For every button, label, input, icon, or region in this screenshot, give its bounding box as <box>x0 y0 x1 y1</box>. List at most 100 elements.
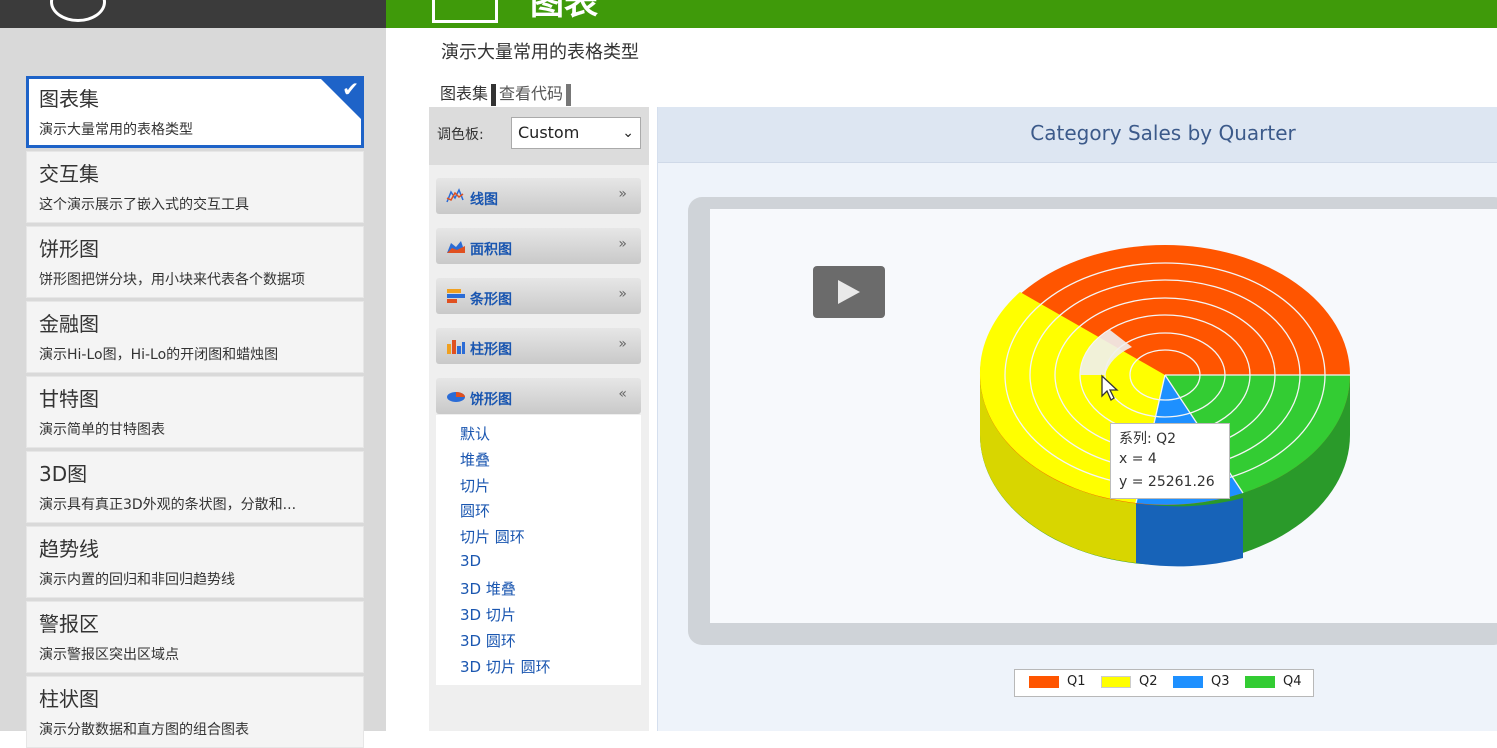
back-icon[interactable] <box>50 0 106 22</box>
accordion-label: 面积图 <box>470 242 512 258</box>
pie-subtype-3d[interactable]: 3D <box>460 552 481 570</box>
pie-chart[interactable] <box>960 230 1360 570</box>
sidebar-item-title: 交互集 <box>39 162 99 186</box>
legend-label: Q2 <box>1139 674 1158 689</box>
accordion-column[interactable]: 柱形图 » <box>436 328 641 364</box>
legend-item-q1: Q1 <box>1029 674 1086 692</box>
pie-subtype-3d-sliced[interactable]: 3D 切片 <box>460 604 516 625</box>
sidebar-item-gantt[interactable]: 甘特图 演示简单的甘特图表 <box>26 376 364 448</box>
legend-swatch <box>1101 675 1131 688</box>
tab-view-code[interactable]: 查看代码 <box>497 84 565 103</box>
sidebar-item-financial[interactable]: 金融图 演示Hi-Lo图，Hi-Lo的开闭图和蜡烛图 <box>26 301 364 373</box>
palette-selected-value: Custom <box>518 123 580 142</box>
tab-gallery[interactable]: 图表集 <box>438 84 490 103</box>
line-chart-icon <box>446 188 464 203</box>
chevron-double-down-icon: » <box>618 286 627 302</box>
pie-subtype-stacked[interactable]: 堆叠 <box>460 449 490 470</box>
chart-title-bar: Category Sales by Quarter <box>658 107 1497 163</box>
sidebar-item-desc: 演示内置的回归和非回归趋势线 <box>39 572 235 588</box>
tab-separator <box>566 83 572 106</box>
sidebar-item-trendline[interactable]: 趋势线 演示内置的回归和非回归趋势线 <box>26 526 364 598</box>
accordion-label: 饼形图 <box>470 392 512 408</box>
pie-side-q3 <box>1136 498 1243 567</box>
tooltip-series: 系列: Q2 <box>1119 431 1177 447</box>
chevron-double-down-icon: » <box>618 186 627 202</box>
column-chart-icon <box>447 340 465 354</box>
accordion-label: 柱形图 <box>470 342 512 358</box>
sidebar-item-desc: 饼形图把饼分块，用小块来代表各个数据项 <box>39 272 305 288</box>
sidebar-item-desc: 演示具有真正3D外观的条状图，分散和... <box>39 497 297 513</box>
accordion-line[interactable]: 线图 » <box>436 178 641 214</box>
chevron-double-down-icon: » <box>618 336 627 352</box>
area-chart-icon <box>447 241 465 253</box>
tab-separator <box>491 83 497 106</box>
pie-subtype-3d-stacked[interactable]: 3D 堆叠 <box>460 578 516 599</box>
chart-type-panel: 调色板: Custom ⌄ 线图 » 面积图 » 条形图 » 柱形图 » 饼形图… <box>429 107 649 731</box>
sidebar-item-desc: 演示Hi-Lo图，Hi-Lo的开闭图和蜡烛图 <box>39 347 279 363</box>
tooltip-y: y = 25261.26 <box>1119 474 1215 490</box>
chart-icon <box>432 0 498 23</box>
accordion-bar[interactable]: 条形图 » <box>436 278 641 314</box>
legend-item-q4: Q4 <box>1245 674 1302 692</box>
play-icon <box>838 280 860 304</box>
sidebar-item-title: 饼形图 <box>39 237 99 261</box>
chart-tooltip: 系列: Q2 x = 4 y = 25261.26 <box>1110 423 1230 499</box>
sidebar-item-3d[interactable]: 3D图 演示具有真正3D外观的条状图，分散和... <box>26 451 364 523</box>
sidebar-item-title: 图表集 <box>39 87 99 111</box>
pie-subtype-3d-sliced-donut[interactable]: 3D 切片 圆环 <box>460 656 551 677</box>
sidebar-item-title: 3D图 <box>39 462 88 486</box>
chart-legend: Q1 Q2 Q3 Q4 <box>1014 669 1314 697</box>
sidebar-item-desc: 演示分散数据和直方图的组合图表 <box>39 722 249 738</box>
tab-bar: 图表集 查看代码 <box>438 80 572 106</box>
chevron-double-up-icon: « <box>618 386 627 402</box>
legend-label: Q3 <box>1211 674 1230 689</box>
sidebar-item-alarm-zone[interactable]: 警报区 演示警报区突出区域点 <box>26 601 364 673</box>
legend-item-q2: Q2 <box>1101 674 1158 692</box>
bar-chart-icon <box>447 289 465 303</box>
accordion-label: 线图 <box>470 192 498 208</box>
sidebar-item-desc: 演示大量常用的表格类型 <box>39 122 193 138</box>
legend-label: Q1 <box>1067 674 1086 689</box>
pie-subtype-3d-donut[interactable]: 3D 圆环 <box>460 630 516 651</box>
legend-swatch <box>1245 675 1275 688</box>
sidebar-item-title: 趋势线 <box>39 537 99 561</box>
check-icon: ✔ <box>342 77 359 101</box>
accordion-pie[interactable]: 饼形图 « <box>436 378 641 414</box>
sidebar-item-title: 金融图 <box>39 312 99 336</box>
accordion-label: 条形图 <box>470 292 512 308</box>
palette-label: 调色板: <box>437 127 484 143</box>
page-subtitle: 演示大量常用的表格类型 <box>441 42 639 63</box>
sidebar-item-title: 柱状图 <box>39 687 99 711</box>
pie-chart-icon <box>447 392 465 402</box>
chart-title: Category Sales by Quarter <box>1030 121 1296 145</box>
sidebar-item-desc: 演示简单的甘特图表 <box>39 422 165 438</box>
chevron-down-icon: ⌄ <box>622 125 634 141</box>
sidebar-item-desc: 这个演示展示了嵌入式的交互工具 <box>39 197 249 213</box>
legend-swatch <box>1029 675 1059 688</box>
palette-row: 调色板: Custom ⌄ <box>429 107 649 165</box>
accordion-area[interactable]: 面积图 » <box>436 228 641 264</box>
pie-subtype-sliced-donut[interactable]: 切片 圆环 <box>460 526 525 547</box>
chevron-double-down-icon: » <box>618 236 627 252</box>
sidebar-item-pie[interactable]: 饼形图 饼形图把饼分块，用小块来代表各个数据项 <box>26 226 364 298</box>
legend-item-q3: Q3 <box>1173 674 1230 692</box>
sidebar-item-interaction[interactable]: 交互集 这个演示展示了嵌入式的交互工具 <box>26 151 364 223</box>
legend-label: Q4 <box>1283 674 1302 689</box>
legend-swatch <box>1173 675 1203 688</box>
top-bar: 图表 <box>386 0 1497 28</box>
sidebar-item-gallery[interactable]: ✔ 图表集 演示大量常用的表格类型 <box>26 76 364 148</box>
pie-subtype-list: 默认 堆叠 切片 圆环 切片 圆环 3D 3D 堆叠 3D 切片 3D 圆环 3… <box>436 415 641 685</box>
app-title: 图表 <box>530 0 598 23</box>
top-bar-left <box>0 0 386 28</box>
sidebar: ✔ 图表集 演示大量常用的表格类型 交互集 这个演示展示了嵌入式的交互工具 饼形… <box>0 28 386 748</box>
sidebar-item-desc: 演示警报区突出区域点 <box>39 647 179 663</box>
pie-subtype-sliced[interactable]: 切片 <box>460 475 490 496</box>
video-play-button[interactable] <box>813 266 885 318</box>
pie-subtype-donut[interactable]: 圆环 <box>460 500 490 521</box>
sidebar-item-histogram[interactable]: 柱状图 演示分散数据和直方图的组合图表 <box>26 676 364 748</box>
sidebar-item-title: 警报区 <box>39 612 99 636</box>
pie-subtype-default[interactable]: 默认 <box>460 423 490 444</box>
tooltip-x: x = 4 <box>1119 451 1157 467</box>
palette-select[interactable]: Custom ⌄ <box>511 117 641 149</box>
mouse-cursor-icon <box>1101 374 1119 401</box>
